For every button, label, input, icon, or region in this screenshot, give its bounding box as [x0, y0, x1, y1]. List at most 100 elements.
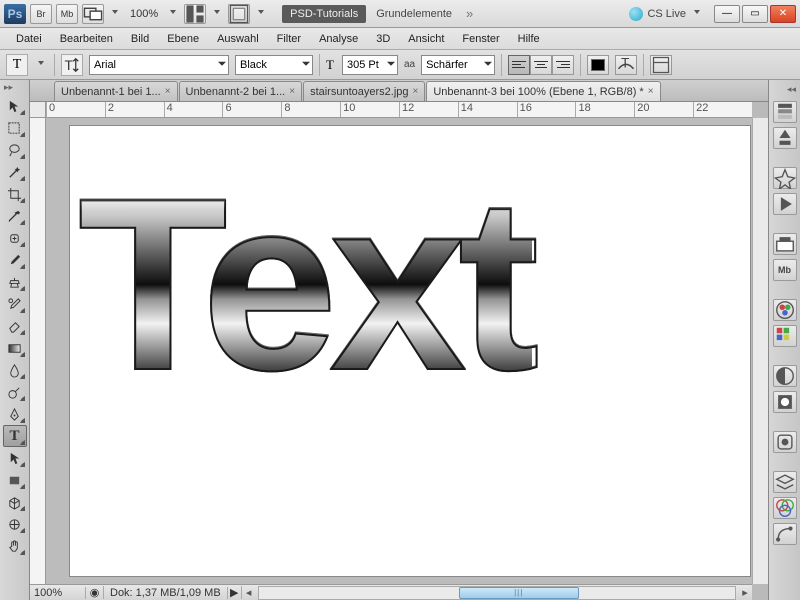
marquee-tool[interactable]	[3, 117, 27, 139]
font-style-combo[interactable]: Black	[235, 55, 313, 75]
cs-live-drop[interactable]	[690, 4, 704, 24]
crop-tool[interactable]	[3, 183, 27, 205]
warp-text-button[interactable]: T	[615, 55, 637, 75]
tools-collapse-icon[interactable]: ▸▸	[4, 82, 13, 93]
clone-stamp-tool[interactable]	[3, 271, 27, 293]
close-button[interactable]: ✕	[770, 5, 796, 23]
3d-camera-tool[interactable]	[3, 513, 27, 535]
scroll-right-icon[interactable]: ▸	[738, 586, 752, 599]
canvas[interactable]: Text Text	[46, 118, 752, 584]
minibridge-button[interactable]: Mb	[56, 4, 78, 24]
layers-panel-icon[interactable]	[773, 233, 797, 255]
status-info-icon[interactable]: ◉	[86, 586, 104, 599]
antialias-combo[interactable]: Schärfer	[421, 55, 495, 75]
lasso-tool[interactable]	[3, 139, 27, 161]
menu-fenster[interactable]: Fenster	[454, 31, 507, 47]
tab-close-icon[interactable]: ×	[413, 86, 419, 97]
paths-panel-icon[interactable]	[773, 523, 797, 545]
extras-button[interactable]	[228, 4, 250, 24]
horizontal-scrollbar[interactable]: |||	[258, 586, 736, 600]
type-tool[interactable]: T	[3, 425, 27, 447]
vertical-scrollbar[interactable]	[752, 118, 768, 584]
menu-analyse[interactable]: Analyse	[311, 31, 366, 47]
channels-panel-icon[interactable]	[773, 497, 797, 519]
menu-ansicht[interactable]: Ansicht	[400, 31, 452, 47]
arrange-button[interactable]	[184, 4, 206, 24]
menu-hilfe[interactable]: Hilfe	[510, 31, 548, 47]
text-color-swatch[interactable]	[587, 55, 609, 75]
menu-3d[interactable]: 3D	[368, 31, 398, 47]
document-tab-active[interactable]: Unbenannt-3 bei 100% (Ebene 1, RGB/8) *×	[426, 81, 660, 101]
tab-close-icon[interactable]: ×	[648, 86, 654, 97]
menu-filter[interactable]: Filter	[269, 31, 309, 47]
scroll-left-icon[interactable]: ◂	[242, 586, 256, 599]
workspace-grundelemente[interactable]: Grundelemente	[370, 8, 458, 20]
document-page[interactable]: Text Text	[70, 126, 750, 576]
scrollbar-thumb[interactable]: |||	[459, 587, 579, 599]
menu-datei[interactable]: Datei	[8, 31, 50, 47]
ruler-horizontal[interactable]: 0246810121416182022	[46, 102, 752, 118]
eyedropper-tool[interactable]	[3, 205, 27, 227]
workspace-psd-tutorials[interactable]: PSD-Tutorials	[282, 5, 366, 23]
pen-tool[interactable]	[3, 403, 27, 425]
dodge-tool[interactable]	[3, 381, 27, 403]
status-zoom[interactable]: 100%	[30, 587, 86, 599]
styles-panel-icon[interactable]	[773, 431, 797, 453]
extras-drop[interactable]	[254, 4, 268, 24]
text-tool-preset[interactable]: T	[6, 54, 28, 76]
font-size-combo[interactable]: 305 Pt	[342, 55, 398, 75]
magic-wand-tool[interactable]	[3, 161, 27, 183]
blur-tool[interactable]	[3, 359, 27, 381]
minimize-button[interactable]: —	[714, 5, 740, 23]
character-panel-button[interactable]	[650, 55, 672, 75]
workspace-more-icon[interactable]: »	[462, 6, 477, 21]
3d-tool[interactable]	[3, 491, 27, 513]
ruler-origin[interactable]	[30, 102, 46, 118]
document-tab[interactable]: stairsuntoayers2.jpg×	[303, 81, 425, 101]
tab-close-icon[interactable]: ×	[289, 86, 295, 97]
menu-auswahl[interactable]: Auswahl	[209, 31, 267, 47]
history-panel-icon[interactable]	[773, 101, 797, 123]
menu-bild[interactable]: Bild	[123, 31, 157, 47]
zoom-level[interactable]: 100%	[126, 8, 162, 20]
screen-mode-drop[interactable]	[108, 4, 122, 24]
tab-close-icon[interactable]: ×	[165, 86, 171, 97]
hand-tool[interactable]	[3, 535, 27, 557]
zoom-drop[interactable]	[166, 4, 180, 24]
layers-icon[interactable]	[773, 471, 797, 493]
panels-expand-icon[interactable]: ◂◂	[787, 84, 796, 95]
arrange-drop[interactable]	[210, 4, 224, 24]
play-panel-icon[interactable]	[773, 193, 797, 215]
healing-brush-tool[interactable]	[3, 227, 27, 249]
document-tab[interactable]: Unbenannt-1 bei 1...×	[54, 81, 178, 101]
rectangle-tool[interactable]	[3, 469, 27, 491]
orientation-toggle[interactable]: T	[61, 54, 83, 76]
bridge-button[interactable]: Br	[30, 4, 52, 24]
actions-panel-icon[interactable]	[773, 127, 797, 149]
ruler-vertical[interactable]	[30, 118, 46, 584]
navigator-panel-icon[interactable]	[773, 167, 797, 189]
canvas-text-layer[interactable]: Text	[78, 162, 532, 407]
history-brush-tool[interactable]	[3, 293, 27, 315]
minibridge-panel-icon[interactable]: Mb	[773, 259, 797, 281]
menu-ebene[interactable]: Ebene	[159, 31, 207, 47]
swatches-panel-icon[interactable]	[773, 325, 797, 347]
tool-preset-drop[interactable]	[34, 55, 48, 75]
adjustments-panel-icon[interactable]	[773, 365, 797, 387]
brush-tool[interactable]	[3, 249, 27, 271]
screen-mode-button[interactable]	[82, 4, 104, 24]
align-left-button[interactable]	[508, 55, 530, 75]
move-tool[interactable]	[3, 95, 27, 117]
gradient-tool[interactable]	[3, 337, 27, 359]
cs-live-button[interactable]: CS Live	[629, 4, 704, 24]
font-family-combo[interactable]: Arial	[89, 55, 229, 75]
document-tab[interactable]: Unbenannt-2 bei 1...×	[179, 81, 303, 101]
maximize-button[interactable]: ▭	[742, 5, 768, 23]
eraser-tool[interactable]	[3, 315, 27, 337]
status-document-size[interactable]: Dok: 1,37 MB/1,09 MB	[104, 587, 228, 599]
menu-bearbeiten[interactable]: Bearbeiten	[52, 31, 121, 47]
masks-panel-icon[interactable]	[773, 391, 797, 413]
color-panel-icon[interactable]	[773, 299, 797, 321]
align-center-button[interactable]	[530, 55, 552, 75]
status-menu-icon[interactable]: ▶	[228, 586, 242, 599]
